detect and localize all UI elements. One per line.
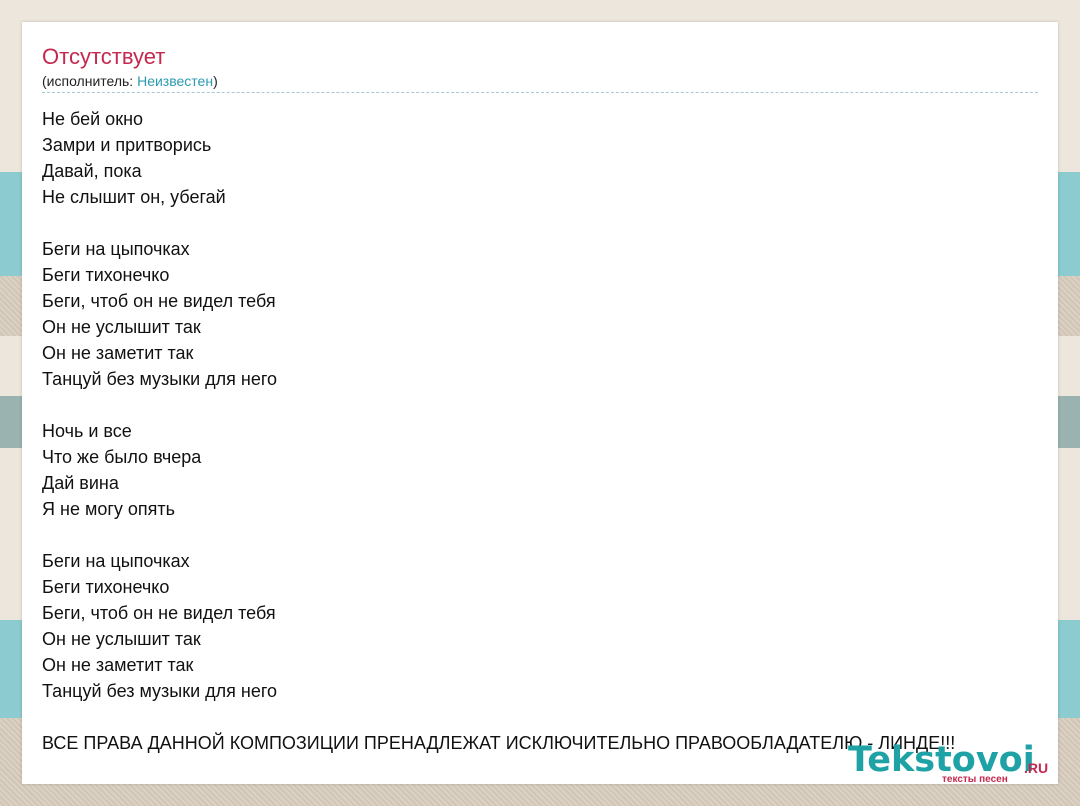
lyric-line: Давай, пока (42, 161, 142, 181)
lyric-line: Ночь и все (42, 421, 132, 441)
lyrics-card: Отсутствует (исполнитель: Неизвестен) Не… (22, 22, 1058, 785)
lyric-line: Он не услышит так (42, 629, 201, 649)
lyric-line: Он не заметит так (42, 343, 194, 363)
lyric-line: Беги на цыпочках (42, 239, 190, 259)
lyric-line-blank (42, 210, 955, 236)
lyric-line: Не слышит он, убегай (42, 187, 226, 207)
copyright-line: ВСЕ ПРАВА ДАННОЙ КОМПОЗИЦИИ ПРЕНАДЛЕЖАТ … (42, 733, 956, 753)
logo-tagline: тексты песен (942, 774, 1008, 785)
lyric-line: Беги на цыпочках (42, 551, 190, 571)
lyric-line: Не бей окно (42, 109, 144, 129)
song-title: Отсутствует (42, 44, 166, 69)
artist-suffix: ) (213, 73, 218, 89)
lyric-line: Беги, чтоб он не видел тебя (42, 603, 276, 623)
lyrics-text: Не бей окно Замри и притворись Давай, по… (42, 106, 955, 756)
lyric-line: Беги тихонечко (42, 577, 170, 597)
lyric-line: Замри и притворись (42, 135, 212, 155)
lyric-line: Беги тихонечко (42, 265, 170, 285)
lyric-line: Дай вина (42, 473, 119, 493)
lyric-line: Я не могу опять (42, 499, 176, 519)
lyric-line-blank (42, 704, 955, 730)
lyric-line: Танцуй без музыки для него (42, 681, 278, 701)
lyric-line: Беги, чтоб он не видел тебя (42, 291, 276, 311)
lyric-line: Он не заметит так (42, 655, 194, 675)
lyric-line: Танцуй без музыки для него (42, 369, 278, 389)
lyric-line-blank (42, 522, 955, 548)
lyric-line: Он не услышит так (42, 317, 201, 337)
divider (42, 92, 1038, 93)
lyric-line: Что же было вчера (42, 447, 202, 467)
artist-link[interactable]: Неизвестен (137, 73, 213, 89)
artist-prefix: (исполнитель: (42, 73, 138, 89)
lyric-line-blank (42, 392, 955, 418)
site-logo[interactable]: Tekstovoi .RU тексты песен (848, 740, 1058, 785)
logo-tld: .RU (1024, 760, 1049, 776)
artist-line: (исполнитель: Неизвестен) (42, 73, 218, 89)
